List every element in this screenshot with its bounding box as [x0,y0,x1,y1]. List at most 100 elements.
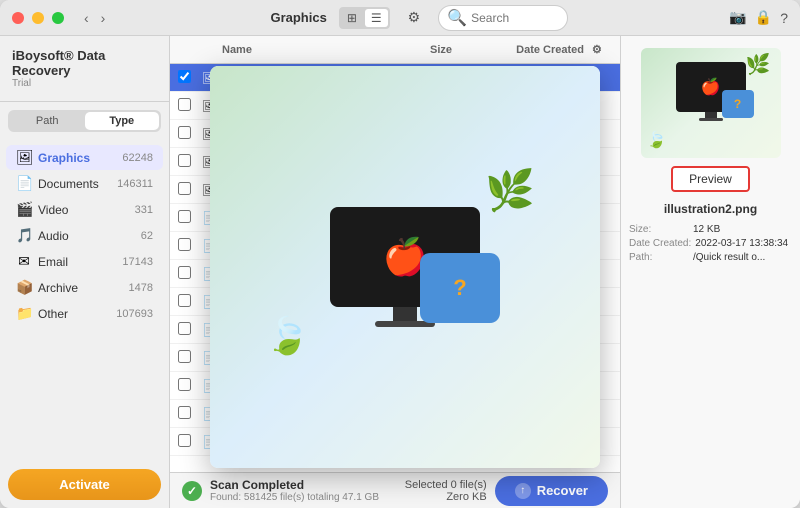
thumb-leaf-tr: 🌿 [746,52,771,77]
recover-button[interactable]: ↑ Recover [495,476,608,506]
audio-count: 62 [141,230,153,242]
tab-type[interactable]: Type [85,112,160,130]
search-box: 🔍 [438,5,568,31]
row-checkbox[interactable] [178,378,191,391]
row-checkbox[interactable] [178,434,191,447]
leaf-decoration-bl: 🍃 [265,315,310,357]
selected-info: Selected 0 file(s) Zero KB [405,479,487,503]
help-button[interactable]: ? [780,10,788,26]
thumb-apple-icon: 🍎 [701,77,721,97]
row-checkbox[interactable] [178,126,191,139]
forward-button[interactable]: › [97,8,110,28]
row-checkbox[interactable] [178,154,191,167]
date-label: Date Created: [629,238,691,249]
graphics-label: Graphics [38,151,116,165]
row-checkbox[interactable] [178,238,191,251]
recover-icon: ↑ [515,483,531,499]
archive-icon: 📦 [16,279,32,296]
nav-arrows: ‹ › [80,8,109,28]
sidebar-item-email[interactable]: ✉ Email 17143 [6,249,163,274]
sidebar-item-documents[interactable]: 📄 Documents 146311 [6,171,163,196]
row-checkbox[interactable] [178,322,191,335]
status-bar: ✓ Scan Completed Found: 581425 file(s) t… [170,472,620,508]
sidebar-items: 🖼 Graphics 62248 📄 Documents 146311 🎬 Vi… [0,140,169,461]
titlebar-right: 📷 🔒 ? [729,9,788,26]
tab-path[interactable]: Path [10,112,85,130]
row-checkbox[interactable] [178,98,191,111]
lock-button[interactable]: 🔒 [755,9,772,26]
video-icon: 🎬 [16,201,32,218]
size-value: 12 KB [693,224,720,235]
archive-label: Archive [38,281,123,295]
meta-size-row: Size: 12 KB [629,224,792,235]
thumb-leaf-bl: 🍃 [647,130,667,150]
preview-button[interactable]: Preview [671,166,750,192]
meta-path-row: Path: /Quick result o... [629,252,792,263]
email-label: Email [38,255,116,269]
back-button[interactable]: ‹ [80,8,93,28]
maximize-btn[interactable] [52,12,64,24]
file-list-header: Name Size Date Created ⚙ [170,36,620,64]
audio-label: Audio [38,229,135,243]
row-checkbox[interactable] [178,266,191,279]
selected-size: Zero KB [405,491,487,503]
sidebar-item-archive[interactable]: 📦 Archive 1478 [6,275,163,300]
main-content: iBoysoft® Data Recovery Trial Path Type … [0,36,800,508]
sidebar-item-other[interactable]: 📁 Other 107693 [6,301,163,326]
list-view-button[interactable]: ☰ [365,9,388,27]
path-value: /Quick result o... [693,252,765,263]
sidebar-item-graphics[interactable]: 🖼 Graphics 62248 [6,145,163,170]
documents-icon: 📄 [16,175,32,192]
row-checkbox[interactable] [178,210,191,223]
imac-screen: 🍎 ? [330,207,480,307]
sidebar-item-audio[interactable]: 🎵 Audio 62 [6,223,163,248]
page-title: Graphics [270,10,326,25]
video-label: Video [38,203,129,217]
row-checkbox[interactable] [178,350,191,363]
header-actions: ⚙ [592,43,612,56]
header-size: Size [372,44,452,56]
minimize-btn[interactable] [32,12,44,24]
titlebar-center: Graphics ⊞ ☰ ⚙ 🔍 [117,5,721,31]
search-input[interactable] [471,11,559,25]
scan-sub: Found: 581425 file(s) totaling 47.1 GB [210,492,397,503]
file-panel: Name Size Date Created ⚙ 🖼 illustration2… [170,36,620,508]
archive-count: 1478 [129,282,153,294]
scan-title: Scan Completed [210,478,397,492]
view-toggle: ⊞ ☰ [339,7,390,29]
filter-button[interactable]: ⚙ [402,7,427,28]
thumb-imac: 🍎 ? [676,62,746,121]
sidebar-header: iBoysoft® Data Recovery Trial [0,36,169,102]
header-date: Date Created [452,44,592,56]
app-window: ‹ › Graphics ⊞ ☰ ⚙ 🔍 📷 🔒 ? iBoysoft® [0,0,800,508]
selected-label: Selected 0 file(s) [405,479,487,491]
close-btn[interactable] [12,12,24,24]
thumb-ssd: ? [722,90,754,118]
app-trial: Trial [12,78,157,89]
graphics-count: 62248 [122,152,153,164]
audio-icon: 🎵 [16,227,32,244]
scan-text: Scan Completed Found: 581425 file(s) tot… [210,478,397,503]
row-checkbox[interactable] [178,294,191,307]
path-label: Path: [629,252,689,263]
preview-meta: Size: 12 KB Date Created: 2022-03-17 13:… [629,224,792,266]
overlay-image: 🌿 🍃 🍎 ? [210,66,600,468]
grid-view-button[interactable]: ⊞ [341,9,363,27]
row-checkbox[interactable] [178,70,191,83]
thumb-base [699,118,723,121]
documents-label: Documents [38,177,111,191]
activate-button[interactable]: Activate [8,469,161,500]
graphics-icon: 🖼 [16,149,32,166]
scan-complete-icon: ✓ [182,481,202,501]
documents-count: 146311 [117,178,153,190]
size-label: Size: [629,224,689,235]
row-checkbox[interactable] [178,406,191,419]
email-count: 17143 [122,256,153,268]
recover-label: Recover [537,483,588,498]
camera-button[interactable]: 📷 [729,9,746,26]
titlebar: ‹ › Graphics ⊞ ☰ ⚙ 🔍 📷 🔒 ? [0,0,800,36]
sidebar-activate: Activate [8,469,161,500]
sidebar-item-video[interactable]: 🎬 Video 331 [6,197,163,222]
ssd-icon: ? [420,253,500,323]
row-checkbox[interactable] [178,182,191,195]
